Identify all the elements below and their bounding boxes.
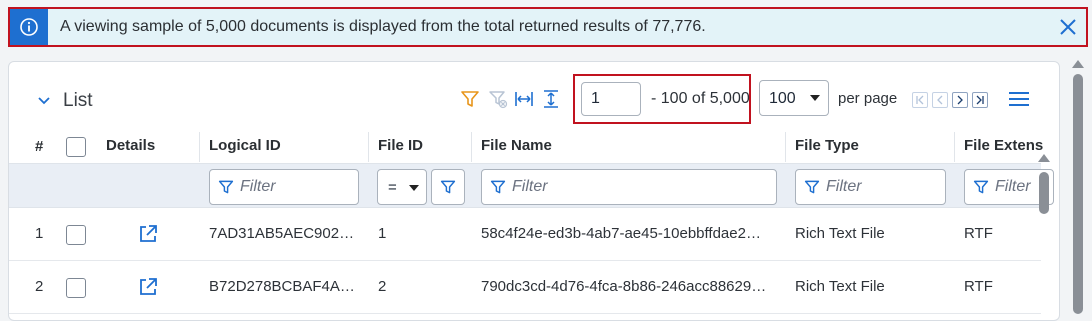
select-all-checkbox[interactable] xyxy=(66,137,86,157)
menu-icon[interactable] xyxy=(1009,92,1029,108)
row-number: 2 xyxy=(35,278,44,295)
filter-icon xyxy=(218,180,234,194)
filter-icon xyxy=(804,180,820,194)
banner-message: A viewing sample of 5,000 documents is d… xyxy=(60,18,706,35)
scroll-thumb[interactable] xyxy=(1039,172,1049,214)
next-page-icon[interactable] xyxy=(952,92,968,108)
info-icon xyxy=(10,9,48,45)
file-id-operator-select[interactable]: = xyxy=(377,169,427,205)
filter-row: Filter = Filter Filter Filter xyxy=(9,163,1054,208)
last-page-icon[interactable] xyxy=(972,92,988,108)
logical-id-cell: 7AD31AB5AEC902… xyxy=(209,225,355,242)
open-external-icon[interactable] xyxy=(137,276,159,298)
filter-placeholder: Filter xyxy=(240,178,276,195)
open-external-icon[interactable] xyxy=(137,223,159,245)
page-vertical-scrollbar[interactable] xyxy=(1068,60,1088,314)
page-number-input[interactable] xyxy=(581,82,641,116)
file-extension-cell: RTF xyxy=(964,225,993,242)
grid-vertical-scrollbar[interactable] xyxy=(1036,150,1052,260)
table-row[interactable]: 1 7AD31AB5AEC902… 1 58c4f24e-ed3b-4ab7-a… xyxy=(9,209,1041,261)
filter-icon xyxy=(973,180,989,194)
list-title: List xyxy=(63,90,93,111)
list-panel: List - 100 of 5,000 100 per page xyxy=(8,61,1060,321)
filter-icon[interactable] xyxy=(459,88,481,110)
filter-placeholder: Filter xyxy=(995,178,1031,195)
file-id-cell: 1 xyxy=(378,225,387,242)
file-id-cell: 2 xyxy=(378,278,387,295)
row-number: 1 xyxy=(35,225,44,242)
caret-down-icon xyxy=(409,185,419,191)
chevron-down-icon xyxy=(38,97,50,105)
operator-value: = xyxy=(388,179,397,196)
page-navigator-highlight: - 100 of 5,000 xyxy=(573,74,751,124)
per-page-select[interactable]: 100 xyxy=(759,80,829,116)
file-type-cell: Rich Text File xyxy=(795,225,885,242)
row-checkbox[interactable] xyxy=(66,278,86,298)
file-name-cell: 790dc3cd-4d76-4fca-8b86-246acc88629… xyxy=(481,278,767,295)
table-row[interactable]: 2 B72D278BCBAF4A… 2 790dc3cd-4d76-4fca-8… xyxy=(9,262,1041,314)
fit-width-icon[interactable] xyxy=(513,88,535,110)
list-toolbar: List - 100 of 5,000 100 per page xyxy=(9,62,1059,132)
filter-icon xyxy=(440,180,456,194)
file-id-filter-button[interactable] xyxy=(431,169,465,205)
filter-placeholder: Filter xyxy=(512,178,548,195)
list-collapse-toggle[interactable]: List xyxy=(37,90,93,112)
caret-down-icon xyxy=(810,95,820,101)
scroll-up-icon[interactable] xyxy=(1038,154,1050,162)
close-icon[interactable] xyxy=(1050,9,1086,45)
first-page-icon[interactable] xyxy=(912,92,928,108)
per-page-value: 100 xyxy=(769,90,796,107)
file-type-filter-input[interactable]: Filter xyxy=(795,169,946,205)
logical-id-filter-input[interactable]: Filter xyxy=(209,169,359,205)
clear-filter-icon[interactable] xyxy=(487,88,509,110)
per-page-label: per page xyxy=(838,90,898,107)
filter-placeholder: Filter xyxy=(826,178,862,195)
fit-height-icon[interactable] xyxy=(540,88,562,110)
file-name-cell: 58c4f24e-ed3b-4ab7-ae45-10ebbffdae2… xyxy=(481,225,761,242)
previous-page-icon[interactable] xyxy=(932,92,948,108)
filter-icon xyxy=(490,180,506,194)
file-extension-cell: RTF xyxy=(964,278,993,295)
file-name-filter-input[interactable]: Filter xyxy=(481,169,777,205)
logical-id-cell: B72D278BCBAF4A… xyxy=(209,278,355,295)
file-type-cell: Rich Text File xyxy=(795,278,885,295)
scroll-thumb[interactable] xyxy=(1073,74,1083,314)
info-banner: A viewing sample of 5,000 documents is d… xyxy=(8,7,1088,47)
row-checkbox[interactable] xyxy=(66,225,86,245)
scroll-up-icon[interactable] xyxy=(1072,60,1084,68)
page-range-text: - 100 of 5,000 xyxy=(651,90,750,107)
